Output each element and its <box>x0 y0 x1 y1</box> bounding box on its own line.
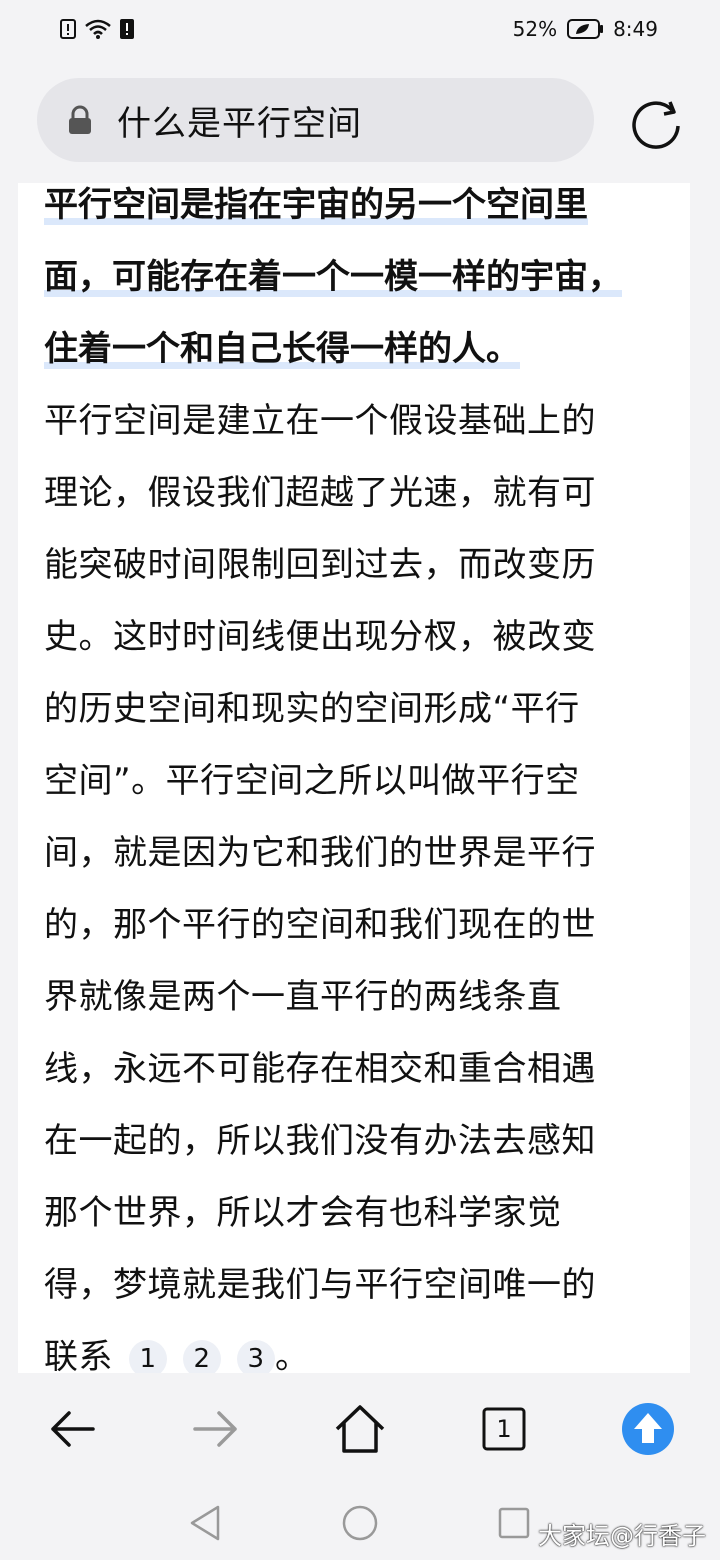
end-punctuation: 。 <box>275 1337 310 1373</box>
reference-link-2[interactable]: 2 <box>183 1339 221 1373</box>
highlight-line: 住着一个和自己长得一样的人。 <box>44 329 520 369</box>
watermark: 大家坛@行香子 <box>538 1522 706 1550</box>
tabs-icon: 1 <box>482 1407 526 1451</box>
status-icons-right: 52% 8:49 <box>513 17 658 41</box>
body-line: 得，梦境就是我们与平行空间唯一的 <box>44 1265 596 1305</box>
wifi-icon <box>85 19 111 39</box>
body-line: 那个世界，所以才会有也科学家觉 <box>44 1193 562 1233</box>
body-line: 线，永远不可能存在相交和重合相遇 <box>44 1049 596 1089</box>
last-line-text: 联系 <box>44 1337 113 1373</box>
forward-button[interactable] <box>180 1393 252 1465</box>
address-query: 什么是平行空间 <box>117 103 362 144</box>
nav-home-icon[interactable] <box>338 1501 382 1545</box>
body-line-last: 联系 1 2 3。 <box>44 1321 670 1373</box>
body-line: 平行空间是建立在一个假设基础上的 <box>44 401 596 441</box>
article-body: 平行空间是建立在一个假设基础上的 理论，假设我们超越了光速，就有可 能突破时间限… <box>44 385 670 1373</box>
body-line: 史。这时时间线便出现分杈，被改变 <box>44 617 596 657</box>
tab-count: 1 <box>496 1415 512 1443</box>
browser-header: 什么是平行空间 <box>0 58 720 183</box>
body-line: 的历史空间和现实的空间形成“平行 <box>44 689 580 729</box>
battery-icon <box>567 19 604 39</box>
arrow-right-icon <box>193 1411 237 1447</box>
nav-back-icon[interactable] <box>184 1501 228 1545</box>
nav-recents-icon[interactable] <box>492 1501 536 1545</box>
scroll-top-button[interactable] <box>612 1393 684 1465</box>
address-bar[interactable]: 什么是平行空间 <box>37 78 594 162</box>
reload-icon[interactable] <box>628 96 684 152</box>
article-content: 平行空间是指在宇宙的另一个空间里 面，可能存在着一个一模一样的宇宙， 住着一个和… <box>18 183 690 1373</box>
battery-percent: 52% <box>512 17 558 41</box>
back-button[interactable] <box>36 1393 108 1465</box>
arrow-left-icon <box>51 1411 95 1447</box>
highlighted-summary: 平行空间是指在宇宙的另一个空间里 面，可能存在着一个一模一样的宇宙， 住着一个和… <box>44 183 670 385</box>
browser-toolbar: 1 <box>0 1373 720 1485</box>
body-line: 空间”。平行空间之所以叫做平行空 <box>44 761 580 801</box>
reference-link-3[interactable]: 3 <box>237 1339 275 1373</box>
arrow-up-circle-icon <box>622 1403 674 1455</box>
status-icons-left <box>60 18 134 40</box>
lock-icon <box>69 105 91 134</box>
body-line: 的，那个平行的空间和我们现在的世 <box>44 905 596 945</box>
highlight-line: 平行空间是指在宇宙的另一个空间里 <box>44 185 588 225</box>
body-line: 理论，假设我们超越了光速，就有可 <box>44 473 596 513</box>
status-bar: 52% 8:49 <box>0 0 720 58</box>
clock-time: 8:49 <box>613 17 658 41</box>
body-line: 界就像是两个一直平行的两线条直 <box>44 977 562 1017</box>
tabs-button[interactable]: 1 <box>468 1393 540 1465</box>
sim-alert-icon <box>120 19 134 39</box>
home-icon <box>335 1405 385 1453</box>
home-button[interactable] <box>324 1393 396 1465</box>
highlight-line: 面，可能存在着一个一模一样的宇宙， <box>44 257 622 297</box>
body-line: 在一起的，所以我们没有办法去感知 <box>44 1121 596 1161</box>
body-line: 间，就是因为它和我们的世界是平行 <box>44 833 596 873</box>
notification-alert-icon <box>60 19 76 39</box>
reference-link-1[interactable]: 1 <box>129 1339 167 1373</box>
body-line: 能突破时间限制回到过去，而改变历 <box>44 545 596 585</box>
